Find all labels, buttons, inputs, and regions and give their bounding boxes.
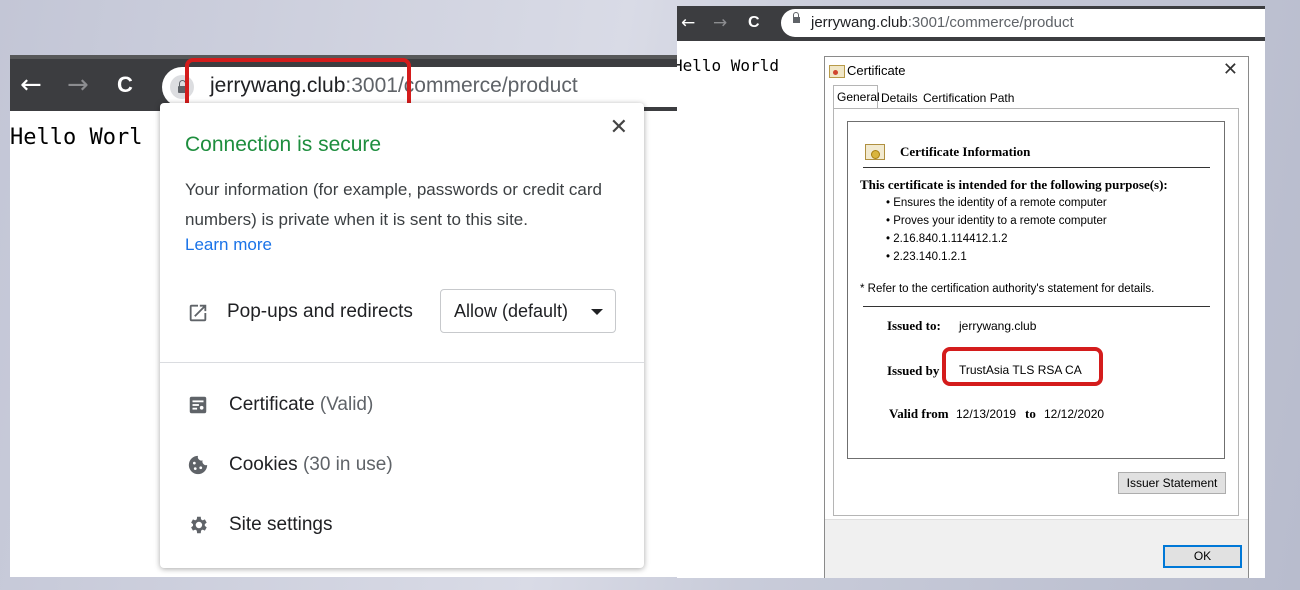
purpose-heading: This certificate is intended for the fol… xyxy=(860,177,1168,192)
url-rest: :3001/commerce/product xyxy=(907,14,1074,31)
issued-by-label: Issued by xyxy=(887,363,940,378)
dropdown-arrow-icon xyxy=(591,309,603,315)
refer-note: * Refer to the certification authority's… xyxy=(860,283,1155,295)
back-button[interactable]: ← xyxy=(681,8,695,38)
close-icon[interactable]: ✕ xyxy=(1223,59,1238,80)
lock-icon[interactable] xyxy=(793,12,800,23)
issued-to-label: Issued to: xyxy=(887,318,941,333)
popups-redirects-label: Pop-ups and redirects xyxy=(227,301,413,322)
issued-to-value: jerrywang.club xyxy=(959,319,1037,333)
right-browser-window: ← → C jerrywang.club:3001/commerce/produ… xyxy=(677,6,1265,578)
popups-permission-select[interactable]: Allow (default) xyxy=(440,289,616,333)
url-host: jerrywang.club xyxy=(811,14,908,31)
reload-button[interactable]: C xyxy=(748,8,760,38)
tab-details[interactable]: Details xyxy=(878,87,921,107)
tab-general[interactable]: General xyxy=(833,85,880,108)
site-settings-link[interactable]: Site settings xyxy=(229,514,333,536)
tab-certification-path[interactable]: Certification Path xyxy=(920,87,1017,107)
purpose-item: • Ensures the identity of a remote compu… xyxy=(886,197,1107,209)
ok-button[interactable]: OK xyxy=(1163,545,1242,568)
address-bar[interactable]: jerrywang.club:3001/commerce/product xyxy=(781,9,1265,37)
certificate-dialog: Certificate ✕ General Details Certificat… xyxy=(824,56,1249,578)
certificate-icon xyxy=(829,65,845,78)
page-content-text: Hello Worl xyxy=(10,125,143,150)
close-icon[interactable]: ✕ xyxy=(610,115,628,140)
certificate-info-title: Certificate Information xyxy=(900,144,1031,159)
divider xyxy=(863,167,1210,168)
dialog-title-bar: Certificate ✕ xyxy=(825,57,1248,85)
valid-to-value: 12/12/2020 xyxy=(1044,407,1105,421)
certificate-icon xyxy=(189,396,207,414)
issuer-statement-button[interactable]: Issuer Statement xyxy=(1118,472,1226,494)
back-button[interactable]: ← xyxy=(20,67,42,103)
certificate-status: (Valid) xyxy=(319,394,374,415)
cookies-status: (30 in use) xyxy=(302,454,393,475)
connection-status-title: Connection is secure xyxy=(185,133,382,156)
forward-button[interactable]: → xyxy=(67,67,89,103)
cookies-row[interactable]: Cookies (30 in use) xyxy=(229,454,393,476)
cookies-label: Cookies xyxy=(229,454,298,475)
page-content-text: Hello World xyxy=(677,56,779,75)
popup-divider xyxy=(160,362,644,363)
purpose-item: • 2.16.840.1.114412.1.2 xyxy=(886,233,1008,245)
browser-toolbar: ← → C jerrywang.club:3001/commerce/produ… xyxy=(677,6,1265,41)
cookie-icon xyxy=(188,455,208,475)
popups-permission-value: Allow (default) xyxy=(454,301,569,321)
purpose-item: • 2.23.140.1.2.1 xyxy=(886,251,967,263)
gear-icon xyxy=(191,516,207,534)
certificate-label: Certificate xyxy=(229,394,315,415)
forward-button[interactable]: → xyxy=(713,8,727,38)
purpose-item: • Proves your identity to a remote compu… xyxy=(886,215,1107,227)
issuer-highlight-box xyxy=(942,347,1103,386)
connection-description: Your information (for example, passwords… xyxy=(185,180,602,229)
valid-from-value: 12/13/2019 xyxy=(956,407,1017,421)
certificate-row[interactable]: Certificate (Valid) xyxy=(229,394,373,416)
dialog-title: Certificate xyxy=(847,63,906,78)
open-in-new-icon xyxy=(189,304,207,322)
learn-more-link[interactable]: Learn more xyxy=(185,235,272,255)
valid-from-label: Valid from xyxy=(889,406,949,421)
divider xyxy=(863,306,1210,307)
url-text[interactable]: jerrywang.club:3001/commerce/product xyxy=(811,14,1074,31)
site-info-popup: ✕ Connection is secure Your information … xyxy=(160,103,644,568)
valid-to-label: to xyxy=(1025,406,1036,421)
reload-button[interactable]: C xyxy=(117,67,133,103)
certificate-info-icon xyxy=(865,144,885,160)
url-path: /commerce/product xyxy=(397,74,578,97)
